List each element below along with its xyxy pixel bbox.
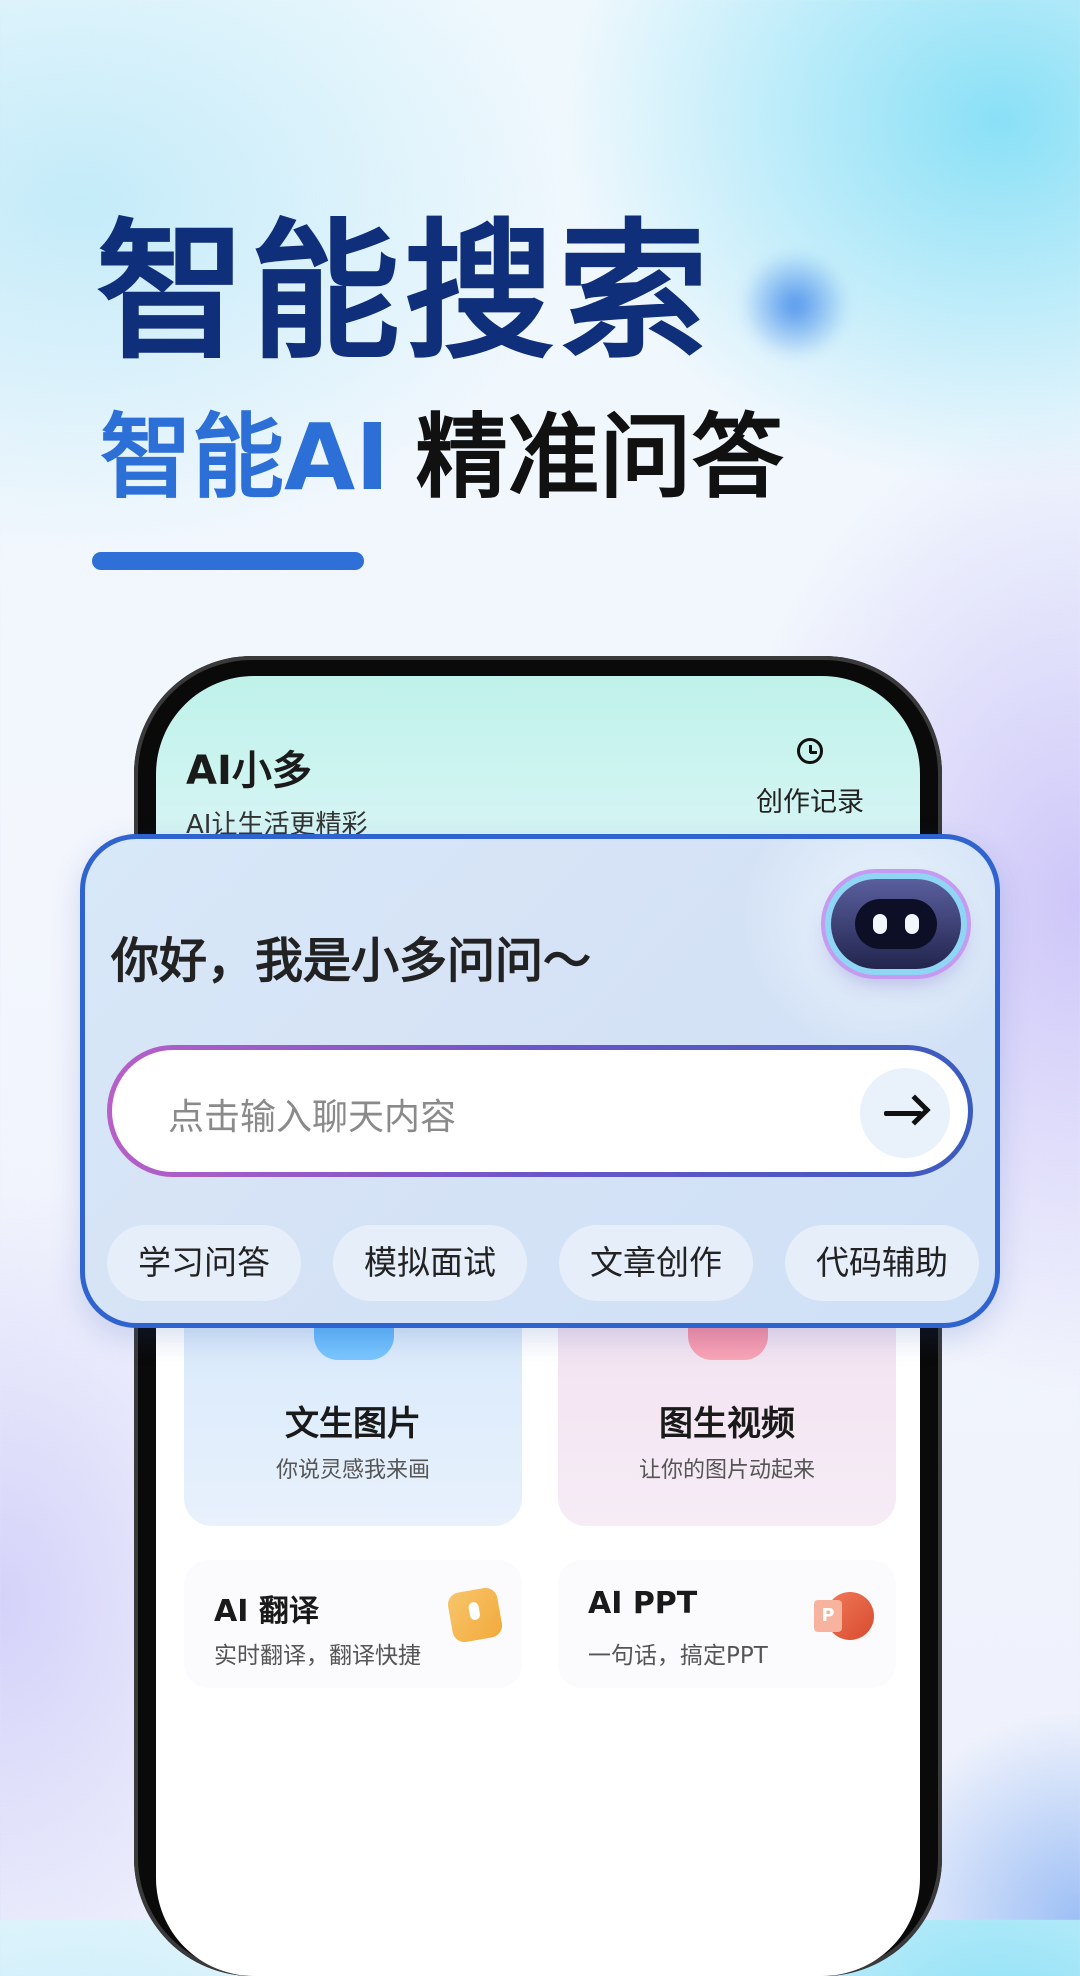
feature-subtitle: 你说灵感我来画	[275, 1458, 430, 1483]
tool-subtitle: 实时翻译，翻译快捷	[214, 1643, 421, 1669]
chat-card: 你好，我是小多问问～ 点击输入聊天内容 学习问答 模拟面试 文章创作 代码辅助	[80, 834, 1000, 1328]
chat-input-placeholder: 点击输入聊天内容	[168, 1097, 457, 1138]
robot-avatar-icon	[831, 879, 961, 969]
greeting-text: 你好，我是小多问问～	[111, 933, 592, 989]
ppt-icon: P	[814, 1592, 874, 1640]
chip-study-qa[interactable]: 学习问答	[107, 1225, 301, 1301]
hero-subtitle: 智能AI 精准问答	[100, 412, 783, 504]
microphone-icon	[446, 1586, 504, 1644]
feature-title: 文生图片	[285, 1404, 421, 1444]
feature-title: 图生视频	[659, 1404, 795, 1444]
hero-subtitle-qa: 精准问答	[415, 404, 784, 511]
suggestion-chips: 学习问答 模拟面试 文章创作 代码辅助	[107, 1225, 987, 1301]
feature-subtitle: 让你的图片动起来	[638, 1458, 815, 1483]
history-button[interactable]: 创作记录	[730, 738, 890, 819]
chat-input[interactable]: 点击输入聊天内容	[107, 1045, 973, 1177]
tool-subtitle: 一句话，搞定PPT	[588, 1643, 768, 1669]
hero-subtitle-ai: 智能AI	[100, 404, 390, 511]
tool-ai-translate[interactable]: AI 翻译 实时翻译，翻译快捷	[184, 1560, 522, 1688]
send-button[interactable]	[860, 1068, 950, 1158]
chip-mock-interview[interactable]: 模拟面试	[333, 1225, 527, 1301]
tool-title: AI 翻译	[214, 1594, 319, 1629]
app-title: AI小多	[186, 748, 312, 794]
chip-code-assist[interactable]: 代码辅助	[785, 1225, 979, 1301]
tool-ai-ppt[interactable]: AI PPT 一句话，搞定PPT P	[558, 1560, 896, 1688]
hero-title: 智能搜索	[96, 206, 713, 380]
clock-icon	[797, 738, 823, 764]
chip-article-writing[interactable]: 文章创作	[559, 1225, 753, 1301]
tool-title: AI PPT	[588, 1586, 698, 1621]
history-label: 创作记录	[756, 787, 864, 818]
hero-underline	[92, 552, 364, 570]
decorative-blob	[740, 250, 850, 360]
